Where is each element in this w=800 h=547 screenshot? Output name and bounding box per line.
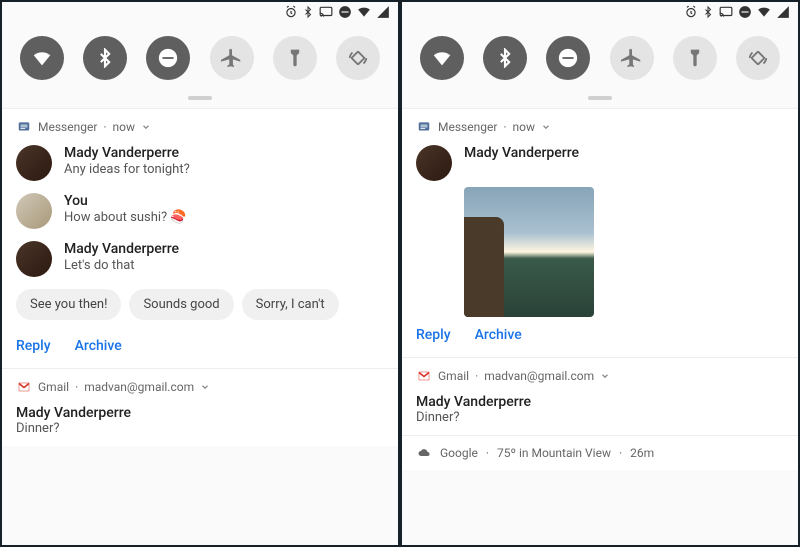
app-name: Gmail [438,369,469,383]
status-bar [2,2,398,22]
email-sender: Mady Vanderperre [416,394,784,410]
quick-settings [2,22,398,96]
notification-messenger[interactable]: Messenger · now Mady Vanderperre Reply A… [402,108,798,357]
cast-icon [318,5,334,19]
wifi-icon [356,5,372,19]
qs-dnd[interactable] [546,36,590,80]
smart-reply-row: See you then! Sounds good Sorry, I can't [16,289,384,320]
bluetooth-icon [302,5,314,19]
bluetooth-icon [702,5,714,19]
signal-icon [776,5,790,19]
weather-age: 26m [630,446,654,460]
avatar [416,145,452,181]
gmail-icon [16,379,32,395]
messenger-icon [16,119,32,135]
dnd-icon [338,5,352,19]
message-text: How about sushi? 🍣 [64,210,384,225]
qs-dnd[interactable] [146,36,190,80]
alarm-icon [684,5,698,19]
status-bar [402,2,798,22]
archive-button[interactable]: Archive [75,338,122,354]
panel-left: Messenger · now Mady Vanderperre Any ide… [2,2,398,545]
chevron-down-icon[interactable] [200,382,210,392]
message-text: Any ideas for tonight? [64,162,384,177]
qs-handle[interactable] [588,96,612,100]
sender-name: Mady Vanderperre [64,145,384,161]
email-subject: Dinner? [16,421,384,436]
notification-header[interactable]: Messenger · now [16,119,384,135]
qs-rotate[interactable] [336,36,380,80]
notification-header[interactable]: Gmail · madvan@gmail.com [16,379,384,395]
signal-icon [376,5,390,19]
gmail-account: madvan@gmail.com [484,369,594,383]
message-row: Mady Vanderperre Any ideas for tonight? [16,145,384,181]
qs-flashlight[interactable] [673,36,717,80]
qs-bluetooth[interactable] [83,36,127,80]
sender-name: You [64,193,384,209]
gmail-icon [416,368,432,384]
message-row: Mady Vanderperre [416,145,784,181]
email-sender: Mady Vanderperre [16,405,384,421]
archive-button[interactable]: Archive [475,327,522,343]
qs-airplane[interactable] [610,36,654,80]
cloud-icon [416,447,432,459]
gmail-account: madvan@gmail.com [84,380,194,394]
panel-right: Messenger · now Mady Vanderperre Reply A… [402,2,798,545]
weather-source: Google [440,446,478,460]
smart-reply-chip[interactable]: Sorry, I can't [242,289,339,320]
dnd-icon [738,5,752,19]
smart-reply-chip[interactable]: See you then! [16,289,121,320]
chevron-down-icon[interactable] [541,122,551,132]
notification-weather[interactable]: Google · 75º in Mountain View · 26m [402,435,798,470]
qs-airplane[interactable] [210,36,254,80]
qs-rotate[interactable] [736,36,780,80]
avatar [16,145,52,181]
notification-header[interactable]: Messenger · now [416,119,784,135]
alarm-icon [284,5,298,19]
app-name: Messenger [38,120,97,134]
chevron-down-icon[interactable] [141,122,151,132]
notification-actions: Reply Archive [16,328,384,358]
notif-time: now [513,120,536,134]
cast-icon [718,5,734,19]
qs-wifi[interactable] [420,36,464,80]
notif-time: now [113,120,136,134]
notification-gmail[interactable]: Gmail · madvan@gmail.com Mady Vanderperr… [402,357,798,435]
qs-handle[interactable] [188,96,212,100]
avatar [16,193,52,229]
message-text: Let's do that [64,258,384,273]
avatar [16,241,52,277]
qs-flashlight[interactable] [273,36,317,80]
sender-name: Mady Vanderperre [64,241,384,257]
sender-name: Mady Vanderperre [464,145,784,161]
notification-header[interactable]: Gmail · madvan@gmail.com [416,368,784,384]
reply-button[interactable]: Reply [16,338,51,354]
wifi-icon [756,5,772,19]
quick-settings [402,22,798,96]
app-name: Messenger [438,120,497,134]
reply-button[interactable]: Reply [416,327,451,343]
message-row: Mady Vanderperre Let's do that [16,241,384,277]
smart-reply-chip[interactable]: Sounds good [129,289,233,320]
app-name: Gmail [38,380,69,394]
weather-text: 75º in Mountain View [497,446,611,460]
image-attachment[interactable] [464,187,594,317]
notification-gmail[interactable]: Gmail · madvan@gmail.com Mady Vanderperr… [2,368,398,446]
message-row: You How about sushi? 🍣 [16,193,384,229]
chevron-down-icon[interactable] [600,371,610,381]
qs-bluetooth[interactable] [483,36,527,80]
notification-messenger[interactable]: Messenger · now Mady Vanderperre Any ide… [2,108,398,368]
messenger-icon [416,119,432,135]
email-subject: Dinner? [416,410,784,425]
qs-wifi[interactable] [20,36,64,80]
notification-actions: Reply Archive [416,317,784,347]
